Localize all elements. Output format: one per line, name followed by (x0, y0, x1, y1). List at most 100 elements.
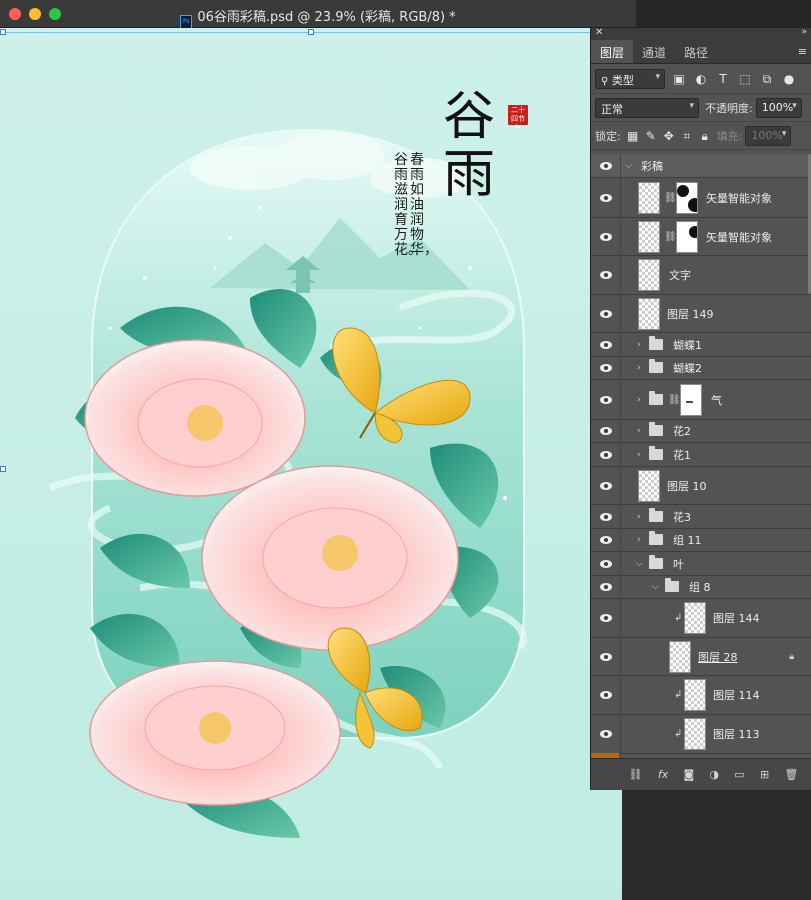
layer-name: 图层 149 (667, 307, 714, 321)
visibility-eye-icon[interactable] (600, 730, 612, 738)
layer-row-smart-object[interactable]: ⛓ 矢量智能对象 (591, 218, 811, 256)
lock-transparent-icon[interactable]: ▦ (625, 128, 641, 144)
layer-row-group[interactable]: › 花1 (591, 443, 811, 467)
clipping-mask-icon: ↲ (674, 728, 683, 740)
layer-row-group[interactable]: › 花2 (591, 420, 811, 443)
chevron-down-icon: ▾ (781, 128, 787, 139)
tab-channels[interactable]: 通道 (633, 40, 675, 63)
layer-row-group-masked[interactable]: › ⛓ 气 (591, 380, 811, 420)
add-mask-icon[interactable]: ◙ (683, 768, 694, 781)
visibility-eye-icon[interactable] (600, 364, 612, 372)
chevron-right-icon[interactable]: › (637, 395, 641, 405)
layer-row-pixel[interactable]: 图层 149 (591, 295, 811, 333)
filter-toggle-icon[interactable]: ● (781, 71, 797, 87)
layer-row-group[interactable]: › 花3 (591, 505, 811, 529)
chevron-right-icon[interactable]: › (637, 340, 641, 350)
visibility-eye-icon[interactable] (600, 232, 612, 241)
visibility-eye-icon[interactable] (600, 583, 612, 591)
layer-row-smart-object[interactable]: ⛓ 矢量智能对象 (591, 178, 811, 218)
folder-icon (649, 507, 663, 522)
adjustment-icon[interactable]: ◑ (709, 768, 719, 781)
divider (620, 505, 621, 528)
chevron-right-icon[interactable]: › (637, 363, 641, 373)
layer-row-clipped[interactable]: ↲ 图层 114 (591, 676, 811, 715)
link-icon[interactable]: ⛓ (629, 768, 643, 781)
lock-position-icon[interactable]: ✥ (661, 128, 677, 144)
fill-input[interactable]: 100% ▾ (745, 125, 792, 146)
visibility-eye-icon[interactable] (600, 559, 612, 568)
layer-thumbnail (638, 297, 660, 330)
layer-row-group[interactable]: › 蝴蝶2 (591, 357, 811, 380)
visibility-eye-icon[interactable] (600, 271, 612, 279)
visibility-eye-icon[interactable] (600, 536, 612, 544)
lock-image-icon[interactable]: ✎ (643, 128, 659, 144)
smart-object-filter-icon[interactable]: ⧉ (759, 71, 775, 87)
tab-layers[interactable]: 图层 (591, 40, 634, 63)
fx-icon[interactable]: fx (658, 768, 668, 781)
transform-handle[interactable] (0, 29, 6, 35)
link-icon[interactable]: ⛓ (664, 192, 677, 203)
lock-label: 锁定: (595, 129, 621, 143)
tab-paths[interactable]: 路径 (675, 40, 717, 63)
visibility-eye-icon[interactable] (600, 309, 612, 318)
layer-row-group-expanded[interactable]: ⌵ 组 8 (591, 576, 811, 599)
chevron-down-icon[interactable]: ⌵ (625, 161, 632, 171)
solar-term-seal: 二十四节气 (508, 105, 528, 132)
visibility-eye-icon[interactable] (600, 691, 612, 699)
layer-row-clipped[interactable]: ↲ 图层 144 (591, 599, 811, 638)
new-layer-icon[interactable]: ⊞ (760, 768, 769, 781)
trash-icon[interactable]: 🗑︎ (784, 768, 798, 781)
layer-row-group[interactable]: › 组 11 (591, 529, 811, 552)
layer-name: 图层 114 (713, 689, 760, 702)
visibility-eye-icon[interactable] (600, 395, 612, 404)
adjustment-filter-icon[interactable]: ◐ (693, 71, 709, 87)
close-icon[interactable]: ✕ (595, 27, 603, 38)
layer-row-pixel[interactable]: 图层 10 (591, 467, 811, 505)
layer-row-clipped[interactable]: ↲ 图层 113 (591, 715, 811, 754)
opacity-input[interactable]: 100% ▾ (755, 97, 802, 118)
chevron-right-icon[interactable]: › (637, 450, 641, 460)
visibility-eye-icon[interactable] (600, 427, 612, 435)
layer-name: 矢量智能对象 (706, 191, 772, 205)
type-filter-icon[interactable]: T (715, 71, 731, 87)
chevron-right-icon[interactable]: › (637, 535, 641, 545)
link-icon[interactable]: ⛓ (664, 231, 677, 242)
layer-row-text-smart[interactable]: 文字 (591, 256, 811, 295)
transform-handle[interactable] (0, 466, 6, 472)
panel-menu-icon[interactable]: ≡ (798, 45, 807, 58)
blend-mode-select[interactable]: 正常 ▾ (595, 97, 699, 118)
visibility-eye-icon[interactable] (600, 481, 612, 490)
layer-row-locked[interactable]: 图层 28 🔒︎ (591, 638, 811, 676)
layer-mask-thumbnail[interactable] (676, 181, 698, 214)
new-group-icon[interactable]: ▭ (734, 768, 744, 781)
layer-row-group[interactable]: › 蝴蝶1 (591, 333, 811, 357)
visibility-eye-icon[interactable] (600, 193, 612, 202)
layer-mask-thumbnail[interactable] (676, 220, 698, 253)
visibility-eye-icon[interactable] (600, 161, 612, 170)
divider (620, 256, 621, 294)
chevron-down-icon[interactable]: ⌵ (636, 559, 643, 569)
chevron-right-icon[interactable]: › (637, 426, 641, 436)
document-canvas[interactable]: 谷 雨 春雨如油润物华， 谷雨滋润育万花。 二十四节气 (0, 28, 622, 900)
shape-filter-icon[interactable]: ⬚ (737, 71, 753, 87)
visibility-eye-icon[interactable] (600, 614, 612, 622)
layer-mask-thumbnail[interactable] (680, 383, 702, 416)
chevron-right-icon[interactable]: › (637, 512, 641, 522)
visibility-eye-icon[interactable] (600, 450, 612, 459)
layer-row-group-expanded[interactable]: ⌵ 叶 (591, 552, 811, 576)
chevron-down-icon[interactable]: ⌵ (652, 582, 659, 592)
fill-value: 100% (751, 128, 783, 142)
chevron-down-icon: ▾ (792, 100, 797, 111)
peony-center (201, 465, 459, 651)
filter-type-select[interactable]: ⚲ 类型 ▾ (595, 68, 665, 89)
lock-all-icon[interactable]: 🔒︎ (697, 128, 713, 144)
transform-handle[interactable] (308, 29, 314, 35)
link-icon[interactable]: ⛓ (668, 394, 681, 405)
pixel-filter-icon[interactable]: ▣ (671, 71, 687, 87)
layer-row-group-caigao[interactable]: ⌵ 彩稿 (591, 154, 811, 178)
visibility-eye-icon[interactable] (600, 340, 612, 349)
lock-artboard-icon[interactable]: ⌗ (679, 128, 695, 144)
visibility-eye-icon[interactable] (600, 652, 612, 661)
collapse-icon[interactable]: » (801, 27, 807, 37)
visibility-eye-icon[interactable] (600, 512, 612, 521)
